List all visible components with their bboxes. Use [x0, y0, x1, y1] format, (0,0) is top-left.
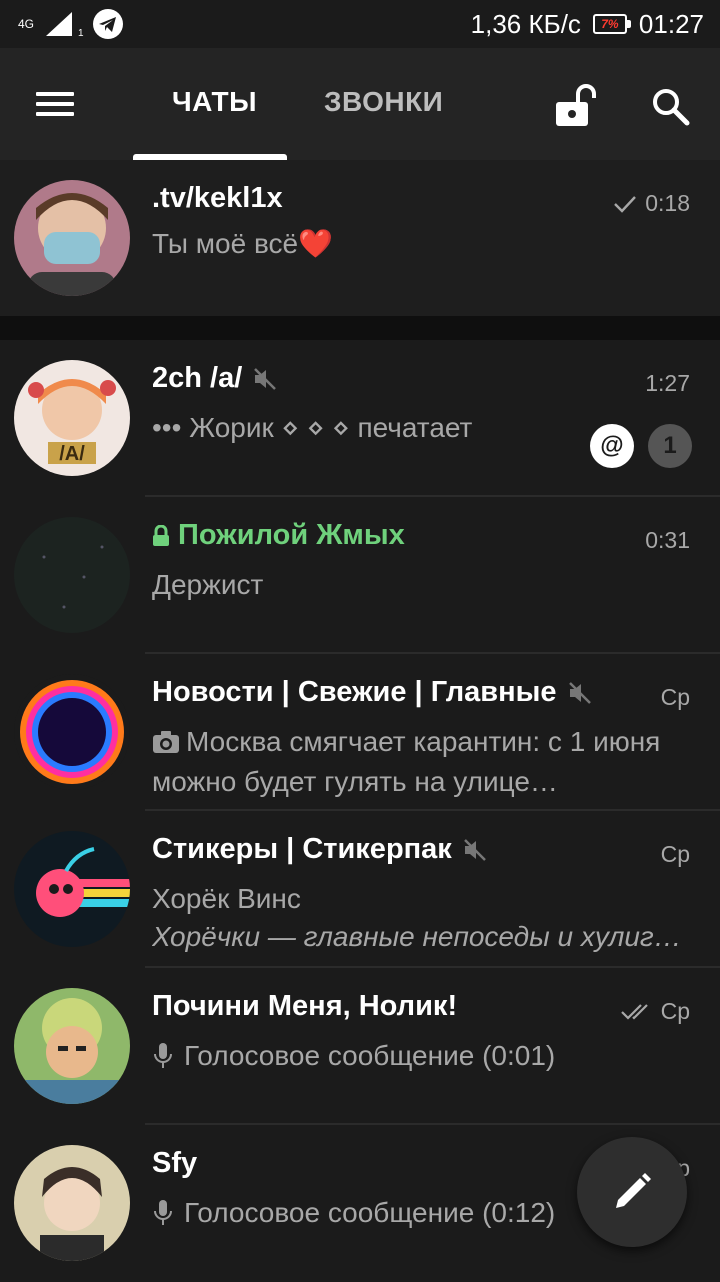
avatar: /A/ [14, 360, 130, 476]
chat-message: Ты моё всё❤️ [152, 228, 333, 259]
avatar [14, 831, 130, 947]
clock: 01:27 [638, 8, 704, 39]
new-message-button[interactable] [577, 1137, 687, 1247]
chat-item[interactable]: .tv/kekl1x 0:18 Ты моё всё❤️ [0, 160, 720, 316]
lock-open-icon[interactable] [554, 84, 600, 128]
mic-icon [154, 1043, 172, 1068]
svg-text:/A/: /A/ [59, 443, 85, 465]
chat-name: Почини Меня, Нолик! [152, 990, 458, 1022]
chat-message: ••• Жорик ⋄ ⋄ ⋄ печатает [152, 412, 473, 443]
status-bar: 4G 1 1,36 КБ/с 7% 01:27 [0, 0, 720, 48]
chat-time-label: 1:27 [645, 370, 690, 396]
telegram-icon [92, 9, 123, 39]
chat-name-row: Пожилой Жмых [152, 519, 405, 552]
double-check-icon [620, 1003, 648, 1020]
chat-time-label: Ср [660, 684, 690, 710]
pencil-icon [616, 1173, 651, 1208]
avatar [14, 517, 130, 633]
camera-icon [153, 731, 179, 753]
mention-badge: @ [590, 424, 634, 468]
chat-name-row: Стикеры | Стикерпак [152, 833, 488, 866]
menu-icon[interactable] [36, 92, 74, 116]
chat-time: 0:31 [645, 527, 690, 554]
app-header: ЧАТЫ ЗВОНКИ [0, 48, 720, 160]
network-speed: 1,36 КБ/с [470, 8, 581, 39]
avatar [14, 674, 130, 790]
check-icon [614, 195, 637, 213]
secret-lock-icon [153, 524, 169, 546]
muted-icon [254, 367, 277, 390]
chat-time: Ср [661, 841, 690, 868]
chat-time: Ср [620, 998, 690, 1025]
tab-calls[interactable]: ЗВОНКИ [324, 86, 443, 118]
avatar [14, 1145, 130, 1261]
avatar [14, 988, 130, 1104]
network-type: 4G [16, 18, 36, 30]
chat-time-label: 0:18 [645, 190, 690, 216]
muted-icon [568, 681, 591, 704]
avatar [14, 180, 130, 296]
pinned-separator [0, 316, 720, 340]
chat-item[interactable]: Стикеры | Стикерпак Ср Хорёк Винс Хорёчк… [0, 811, 720, 968]
muted-icon [463, 838, 486, 861]
chat-item[interactable]: Почини Меня, Нолик! Ср Голосовое сообщен… [0, 968, 720, 1125]
chat-message: Голосовое сообщение (0:01) [152, 1036, 672, 1076]
tab-chats[interactable]: ЧАТЫ [172, 86, 257, 118]
chat-time: 0:18 [613, 190, 690, 217]
chat-name: 2ch /a/ [152, 362, 243, 394]
chat-sender: Хорёк Винс [152, 883, 301, 914]
chat-message: Хорёчки — главные непоседы и хулиг… [152, 921, 682, 952]
chat-time-label: Ср [660, 841, 690, 867]
unread-badge: 1 [648, 424, 692, 468]
mic-icon [154, 1200, 172, 1225]
chat-message-text: Голосовое сообщение (0:12) [184, 1197, 556, 1228]
chat-name: Новости | Свежие | Главные [152, 676, 557, 708]
search-icon[interactable] [650, 86, 690, 126]
chat-time-label: Ср [660, 998, 690, 1024]
chat-time-label: 0:31 [645, 527, 690, 553]
chat-item[interactable]: Пожилой Жмых 0:31 Держист [0, 497, 720, 654]
chat-name: Пожилой Жмых [178, 519, 405, 551]
network-label: 4G [17, 17, 34, 31]
chat-message: Держист [152, 569, 264, 600]
chat-item[interactable]: /A/ 2ch /a/ 1:27 ••• Жорик ⋄ ⋄ ⋄ печатае… [0, 340, 720, 497]
chat-message-text: Москва смягчает карантин: с 1 июня можно… [152, 726, 661, 797]
signal-icon [46, 12, 72, 36]
status-left: 4G 1 [16, 8, 124, 40]
chat-time: Ср [661, 684, 690, 711]
status-right: 1,36 КБ/с 7% 01:27 [471, 6, 704, 42]
chat-name: Стикеры | Стикерпак [152, 833, 452, 865]
sim-slot: 1 [78, 27, 84, 39]
chat-message: Москва смягчает карантин: с 1 июня можно… [152, 722, 677, 802]
battery-icon: 7% [592, 14, 631, 34]
chat-item[interactable]: Новости | Свежие | Главные Ср Москва смя… [0, 654, 720, 811]
chat-name-row: Новости | Свежие | Главные [152, 676, 593, 709]
chat-message-text: Голосовое сообщение (0:01) [184, 1040, 556, 1071]
chat-time: 1:27 [645, 370, 690, 397]
chat-name: .tv/kekl1x [152, 182, 283, 214]
battery-level: 7% [601, 17, 619, 31]
chat-name-row: 2ch /a/ [152, 362, 278, 395]
chat-name: Sfy [152, 1147, 198, 1179]
